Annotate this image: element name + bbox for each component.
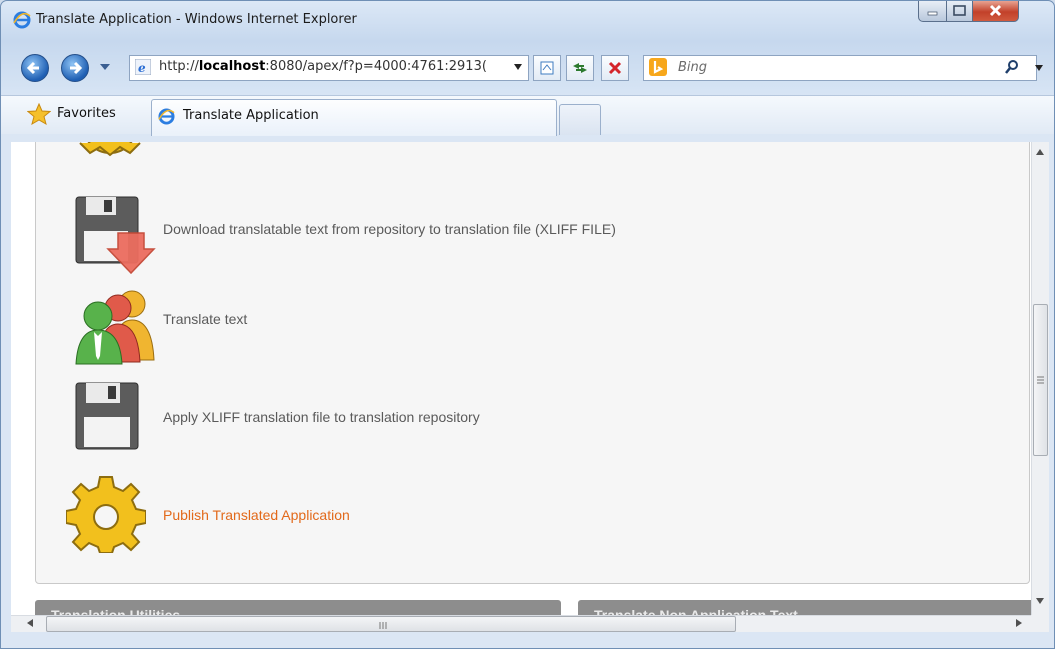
floppy-download-icon [75, 196, 156, 275]
address-url[interactable]: http://localhost:8080/apex/f?p=4000:4761… [159, 59, 506, 74]
tab-ie-icon [158, 108, 175, 125]
search-dropdown-icon[interactable] [1034, 64, 1044, 72]
apply-xliff-link[interactable]: Apply XLIFF translation file to translat… [163, 409, 480, 425]
gear-icon-partial [79, 142, 141, 157]
close-window-button[interactable] [972, 1, 1019, 22]
scroll-down-arrow-icon[interactable] [1036, 598, 1044, 604]
search-icon[interactable] [1004, 59, 1020, 75]
horizontal-scroll-thumb[interactable] [46, 616, 736, 632]
bing-logo-icon [649, 58, 667, 76]
new-tab-button[interactable] [559, 104, 601, 135]
gear-icon [66, 476, 146, 553]
favorites-button[interactable]: Favorites [57, 106, 116, 121]
ie-logo-icon [13, 11, 31, 29]
section-title: Translate Non Application Text [594, 607, 798, 615]
back-button[interactable] [21, 54, 49, 82]
refresh-icon [573, 63, 587, 73]
compatibility-view-button[interactable] [533, 55, 561, 81]
url-prefix: http:// [159, 59, 199, 74]
search-placeholder: Bing [678, 60, 708, 75]
translation-utilities-section: Translation Utilities [35, 600, 561, 615]
users-group-icon [75, 290, 155, 365]
publish-translated-application-link[interactable]: Publish Translated Application [163, 507, 350, 523]
scroll-up-arrow-icon[interactable] [1036, 149, 1044, 155]
download-xliff-link[interactable]: Download translatable text from reposito… [163, 221, 616, 237]
maximize-button[interactable] [946, 1, 973, 22]
grip-icon [379, 622, 387, 629]
scroll-right-arrow-icon[interactable] [1016, 619, 1022, 627]
title-bar: Translate Application - Windows Internet… [1, 1, 1054, 39]
translate-text-link[interactable]: Translate text [163, 311, 247, 327]
scroll-left-arrow-icon[interactable] [27, 619, 33, 627]
status-bar [1, 632, 1054, 648]
vertical-scroll-thumb[interactable] [1033, 304, 1048, 456]
favorites-star-icon[interactable] [27, 103, 51, 125]
tab-label: Translate Application [183, 108, 319, 123]
browser-window: Translate Application - Windows Internet… [0, 0, 1055, 649]
floppy-disk-icon [75, 382, 139, 450]
grip-icon [1037, 376, 1044, 384]
scrollbar-corner [1031, 615, 1049, 633]
minimize-icon [927, 11, 938, 16]
url-host: localhost [198, 59, 266, 74]
section-title: Translation Utilities [51, 607, 181, 615]
stop-x-icon [608, 61, 622, 75]
recent-pages-dropdown-icon[interactable] [99, 62, 111, 72]
maximize-icon [953, 5, 966, 16]
forward-button[interactable] [61, 54, 89, 82]
close-icon [989, 4, 1002, 17]
window-title: Translate Application - Windows Internet… [36, 12, 357, 27]
refresh-button[interactable] [566, 55, 594, 81]
address-dropdown-icon[interactable] [513, 63, 523, 71]
translate-steps-panel: Download translatable text from reposito… [35, 142, 1030, 584]
forward-arrow-icon [70, 61, 83, 75]
page-ie-icon: e [135, 59, 151, 75]
back-arrow-icon [26, 61, 39, 75]
svg-text:e: e [138, 61, 146, 75]
minimize-button[interactable] [918, 1, 947, 22]
url-path: :8080/apex/f?p=4000:4761:2913( [265, 59, 487, 74]
stop-button[interactable] [601, 55, 629, 81]
compatibility-icon [540, 61, 554, 75]
page-viewport: Download translatable text from reposito… [11, 142, 1031, 615]
translate-non-application-text-section: Translate Non Application Text [578, 600, 1031, 615]
